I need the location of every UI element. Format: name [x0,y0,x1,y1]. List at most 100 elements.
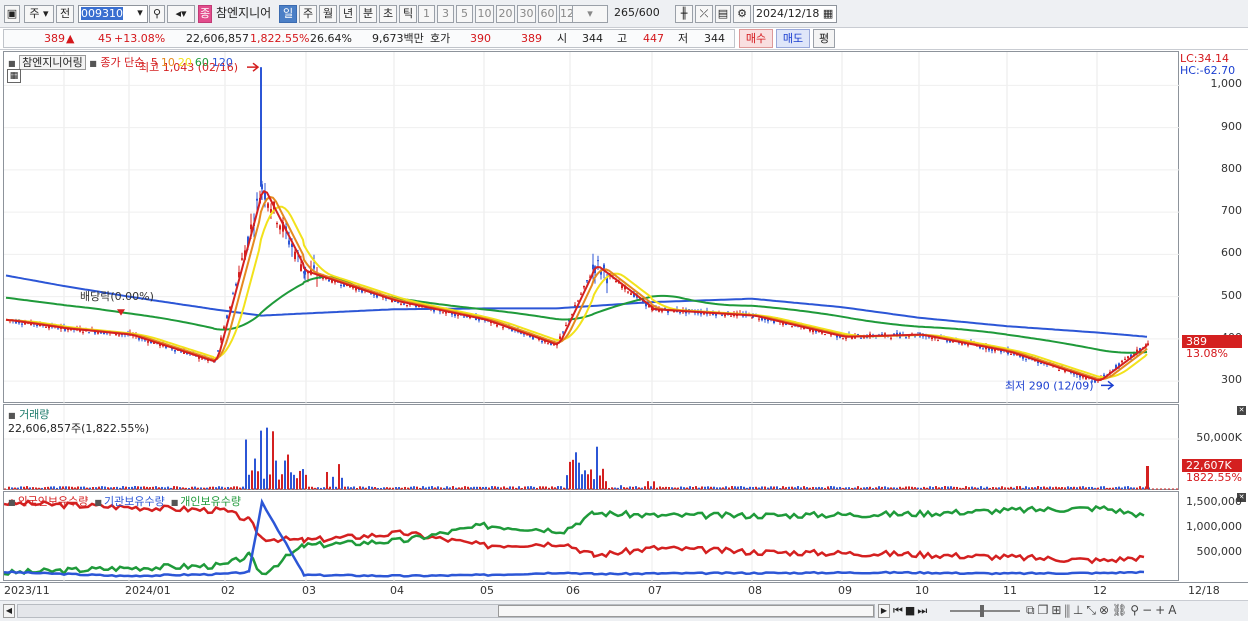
sell-button[interactable]: 매도 [776,29,810,48]
ma-period-60[interactable]: 60 [195,56,209,69]
volume-chart-svg[interactable] [4,405,1180,491]
quote-bar: 389 ▲ 45 +13.08% 22,606,857 1,822.55% 26… [0,28,1248,50]
holdings-series-2[interactable]: 개인보유수량 [180,495,241,508]
holdings-series-1[interactable]: 기관보유수량 [104,495,165,508]
volume-bar [509,486,511,489]
period-tab-6[interactable]: 틱 [399,5,417,23]
volume-bar [374,487,376,489]
candle-body [502,327,504,329]
interval-tab-2[interactable]: 5 [456,5,473,23]
play-icon[interactable]: ⏭ [917,604,929,617]
draw-icon[interactable]: ⤡ [1086,603,1099,617]
scroll-left-icon[interactable]: ◀ [3,604,15,618]
zoom-slider[interactable] [950,604,1020,618]
volume-bar [8,486,10,489]
quote-amount: 9,673백만 [372,32,424,45]
ma-period-20[interactable]: 20 [178,56,192,69]
minus-icon[interactable]: − [1142,603,1155,617]
interval-tab-0[interactable]: 1 [418,5,435,23]
period-tab-3[interactable]: 년 [339,5,357,23]
volume-bar [656,487,658,489]
volume-bar [833,486,835,489]
legend-bullet-icon: ■ [170,498,179,507]
period-tab-2[interactable]: 월 [319,5,337,23]
interval-dropdown[interactable]: ▾ [572,5,608,23]
gear-icon[interactable]: ⚙ [733,5,751,23]
plus-icon[interactable]: + [1155,603,1168,617]
x-axis-label: 07 [648,584,662,597]
ma-title[interactable]: 종가 단순 [100,56,144,69]
ma-period-list: 5 10 20 60 120 [148,56,233,69]
period-tab-5[interactable]: 초 [379,5,397,23]
pane-close-icon[interactable]: ✕ [1237,406,1246,415]
buy-button[interactable]: 매수 [739,29,773,48]
volume-pane[interactable]: ■ 거래량 22,606,857주(1,822.55%) [3,404,1180,491]
volume-scale[interactable]: ✕ 50,000K 22,607K 1822.55% [1180,404,1248,490]
calendar-icon[interactable]: ▦ [823,7,833,20]
save-icon[interactable]: ▤ [715,5,731,23]
price-scale[interactable]: LC:34.14 HC:-62.70 1,0009008007006005004… [1180,51,1248,403]
price-scale-label: 700 [1221,204,1242,218]
volume-bar [1013,487,1015,489]
period-tab-0[interactable]: 일 [279,5,297,23]
volume-bar [290,472,292,489]
period-tab-1[interactable]: 주 [299,5,317,23]
volume-bar [614,487,616,489]
price-chart-svg[interactable]: 최고 1,043 (02/16)최저 290 (12/09)배당락(0.00%) [4,52,1180,404]
search-icon[interactable]: ⚲ [149,5,165,23]
volume-bar [134,486,136,489]
scroll-track[interactable] [17,604,875,618]
interval-tab-5[interactable]: 30 [517,5,536,23]
stock-name-tag[interactable]: 참엔지니어링 [19,55,86,70]
speaker-icon[interactable]: ◂▾ [167,5,195,23]
scroll-thumb[interactable] [498,605,874,617]
volume-bar [764,486,766,489]
volume-bar [434,487,436,489]
candle-icon[interactable]: ╫ [675,5,693,23]
interval-tab-4[interactable]: 20 [496,5,515,23]
bell-badge[interactable]: 종 [198,5,212,23]
magnet-icon[interactable]: ⊗ [1099,603,1112,617]
holdings-pane[interactable]: ■ 외국인보유수량 ■ 기관보유수량 ■ 개인보유수량 [3,491,1179,582]
rewind-icon[interactable]: ⏮ [893,604,905,617]
interval-tab-3[interactable]: 10 [475,5,494,23]
prev-button[interactable]: 전 [56,5,74,23]
zoom-handle[interactable] [980,605,984,617]
grid-icon[interactable]: ⊞ [1051,603,1064,617]
eval-button[interactable]: 평 [813,29,835,48]
ma-period-5[interactable]: 5 [151,56,158,69]
volume-bar [245,439,247,489]
volume-bar [665,486,667,489]
bar-icon[interactable]: ⫼ [1064,603,1073,617]
copy-icon[interactable]: ❐ [1038,603,1052,617]
price-pane[interactable]: 최고 1,043 (02/16) 최저 290 (12/09) 배당락(0.00%)… [3,51,1180,404]
volume-bar [14,487,16,489]
stop-icon[interactable]: ■ [905,604,917,617]
candle-body [905,337,907,339]
holdings-scale[interactable]: ✕ 1,500,000 1,000,000 500,000 [1180,491,1248,581]
ma-period-120[interactable]: 120 [212,56,233,69]
x-axis-label: 09 [838,584,852,597]
layout-icon[interactable]: ⧉ [1026,603,1038,617]
scroll-right-icon[interactable]: ▶ [878,604,890,618]
type-select[interactable]: 주 ▾ [24,5,54,23]
candle-body [340,284,342,286]
code-dropdown-icon[interactable]: ▾ [132,5,148,23]
interval-tab-1[interactable]: 3 [437,5,454,23]
compare-icon[interactable]: ⤫ [695,5,713,23]
candle-body [232,293,234,295]
ruler-icon[interactable]: ⊥ [1073,603,1086,617]
volume-bar [716,487,718,489]
date-input[interactable]: 2024/12/18 ▦ [753,5,837,23]
count-display[interactable]: 265/600 [612,5,668,23]
interval-tab-6[interactable]: 60 [538,5,557,23]
search-zoom-icon[interactable]: ⚲ [1130,603,1142,617]
link-icon[interactable]: ⛓ [1112,603,1130,617]
holdings-series-0[interactable]: 외국인보유수량 [18,495,89,508]
x-axis-label: 12/18 [1188,584,1220,597]
window-icon[interactable]: ▣ [4,5,20,23]
calculator-icon[interactable]: ▦ [7,69,21,83]
ma-period-10[interactable]: 10 [161,56,175,69]
font-a-icon[interactable]: A [1168,603,1179,617]
period-tab-4[interactable]: 분 [359,5,377,23]
